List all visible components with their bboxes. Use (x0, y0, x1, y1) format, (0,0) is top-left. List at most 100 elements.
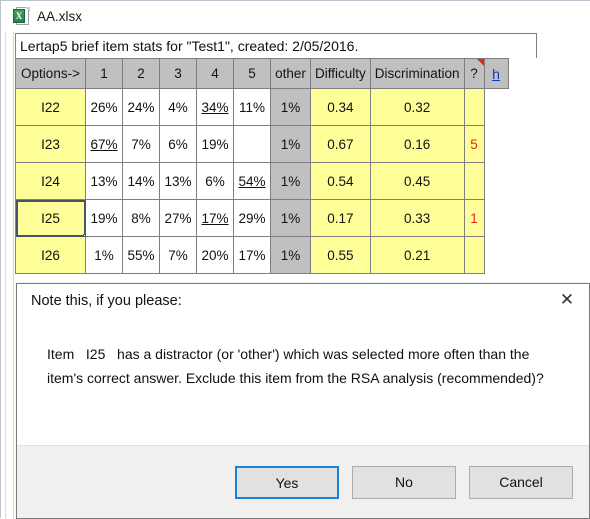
close-icon[interactable]: ✕ (553, 288, 581, 312)
cell-option-4[interactable]: 19% (196, 125, 234, 163)
option-value: 54% (238, 173, 266, 189)
cell-flag[interactable]: 5 (463, 125, 485, 163)
cell-other[interactable]: 1% (270, 125, 311, 163)
cell-option-2[interactable]: 24% (122, 88, 160, 126)
excel-file-icon: X (13, 7, 30, 26)
cell-flag[interactable] (463, 162, 485, 200)
cell-option-2[interactable]: 55% (122, 236, 160, 274)
cell-item-name[interactable]: I26 (15, 236, 86, 274)
column-header-options[interactable]: Options-> (15, 58, 86, 89)
option-value: 6% (205, 173, 225, 189)
cell-option-5[interactable]: 29% (233, 199, 271, 237)
flag-header-label: ? (470, 66, 478, 81)
cell-option-4[interactable]: 17% (196, 199, 234, 237)
option-value: 13% (90, 173, 118, 189)
column-header-discrimination[interactable]: Discrimination (369, 58, 465, 89)
table-row[interactable]: I26 1% 55% 7% 20% 17% 1% 0.55 0.21 (15, 236, 509, 274)
row-trailing-spacer (484, 125, 509, 163)
cell-option-3[interactable]: 27% (159, 199, 197, 237)
column-header-option-3[interactable]: 3 (159, 58, 197, 89)
column-header-difficulty[interactable]: Difficulty (310, 58, 371, 89)
pane-divider (5, 32, 6, 519)
table-row[interactable]: I22 26% 24% 4% 34% 11% 1% 0.34 0.32 (15, 88, 509, 126)
cell-option-5[interactable] (233, 125, 271, 163)
help-link[interactable]: h (492, 66, 500, 82)
cell-option-4[interactable]: 6% (196, 162, 234, 200)
option-value: 29% (238, 210, 266, 226)
cell-difficulty[interactable]: 0.34 (310, 88, 371, 126)
option-value: 67% (90, 136, 118, 152)
column-header-option-2[interactable]: 2 (122, 58, 160, 89)
cell-option-3[interactable]: 13% (159, 162, 197, 200)
cell-item-name[interactable]: I23 (15, 125, 86, 163)
table-row[interactable]: I23 67% 7% 6% 19% 1% 0.67 0.16 5 (15, 125, 509, 163)
cell-option-5[interactable]: 54% (233, 162, 271, 200)
no-button[interactable]: No (352, 465, 456, 499)
cell-option-4[interactable]: 20% (196, 236, 234, 274)
cancel-button[interactable]: Cancel (469, 465, 573, 499)
cell-item-name[interactable]: I22 (15, 88, 86, 126)
column-header-option-4[interactable]: 4 (196, 58, 234, 89)
worksheet-left-gutter (1, 32, 14, 519)
row-trailing-spacer (484, 162, 509, 200)
dialog-footer: Yes No Cancel (17, 445, 589, 518)
cell-discrimination[interactable]: 0.16 (369, 125, 465, 163)
cell-discrimination[interactable]: 0.21 (369, 236, 465, 274)
dialog-title: Note this, if you please: (31, 292, 182, 309)
option-value: 55% (127, 247, 155, 263)
dialog-header: Note this, if you please: ✕ (17, 284, 589, 317)
option-value: 27% (164, 210, 192, 226)
cell-discrimination[interactable]: 0.33 (369, 199, 465, 237)
option-value: 1% (94, 247, 114, 263)
cell-option-3[interactable]: 7% (159, 236, 197, 274)
cell-option-1[interactable]: 13% (85, 162, 123, 200)
cell-difficulty[interactable]: 0.17 (310, 199, 371, 237)
cell-item-name[interactable]: I24 (15, 162, 86, 200)
cell-option-2[interactable]: 7% (122, 125, 160, 163)
cell-option-5[interactable]: 17% (233, 236, 271, 274)
cell-other[interactable]: 1% (270, 88, 311, 126)
cell-flag[interactable] (463, 236, 485, 274)
column-header-option-1[interactable]: 1 (85, 58, 123, 89)
window-title-bar: X AA.xlsx (1, 1, 590, 32)
cell-other[interactable]: 1% (270, 162, 311, 200)
yes-button[interactable]: Yes (235, 465, 339, 499)
comment-indicator-icon (476, 59, 484, 66)
dialog-message: Item I25 has a distractor (or 'other') w… (47, 346, 544, 386)
cell-option-3[interactable]: 4% (159, 88, 197, 126)
table-row[interactable]: I25 19% 8% 27% 17% 29% 1% 0.17 0.33 1 (15, 199, 509, 237)
cell-option-5[interactable]: 11% (233, 88, 271, 126)
row-trailing-spacer (484, 88, 509, 126)
cell-option-4[interactable]: 34% (196, 88, 234, 126)
column-header-flag[interactable]: ? (463, 58, 485, 89)
option-value: 8% (131, 210, 151, 226)
cell-difficulty[interactable]: 0.67 (310, 125, 371, 163)
help-link-cell[interactable]: h (483, 58, 509, 89)
cell-option-2[interactable]: 8% (122, 199, 160, 237)
cell-item-name[interactable]: I25 (15, 199, 86, 237)
option-value: 6% (168, 136, 188, 152)
cell-other[interactable]: 1% (270, 236, 311, 274)
option-value: 13% (164, 173, 192, 189)
column-header-other[interactable]: other (270, 58, 311, 89)
cell-option-1[interactable]: 26% (85, 88, 123, 126)
option-value: 19% (201, 136, 229, 152)
cell-discrimination[interactable]: 0.32 (369, 88, 465, 126)
cell-flag[interactable]: 1 (463, 199, 485, 237)
dialog-body: Item I25 has a distractor (or 'other') w… (17, 317, 589, 445)
option-value: 34% (201, 99, 229, 115)
cell-difficulty[interactable]: 0.55 (310, 236, 371, 274)
cell-option-3[interactable]: 6% (159, 125, 197, 163)
cell-difficulty[interactable]: 0.54 (310, 162, 371, 200)
table-row[interactable]: I24 13% 14% 13% 6% 54% 1% 0.54 0.45 (15, 162, 509, 200)
cell-option-1[interactable]: 67% (85, 125, 123, 163)
table-header: Options-> 1 2 3 4 5 other Difficulty Dis… (15, 58, 509, 89)
cell-option-1[interactable]: 19% (85, 199, 123, 237)
option-value: 26% (90, 99, 118, 115)
cell-option-1[interactable]: 1% (85, 236, 123, 274)
column-header-option-5[interactable]: 5 (233, 58, 271, 89)
cell-flag[interactable] (463, 88, 485, 126)
cell-other[interactable]: 1% (270, 199, 311, 237)
cell-option-2[interactable]: 14% (122, 162, 160, 200)
cell-discrimination[interactable]: 0.45 (369, 162, 465, 200)
